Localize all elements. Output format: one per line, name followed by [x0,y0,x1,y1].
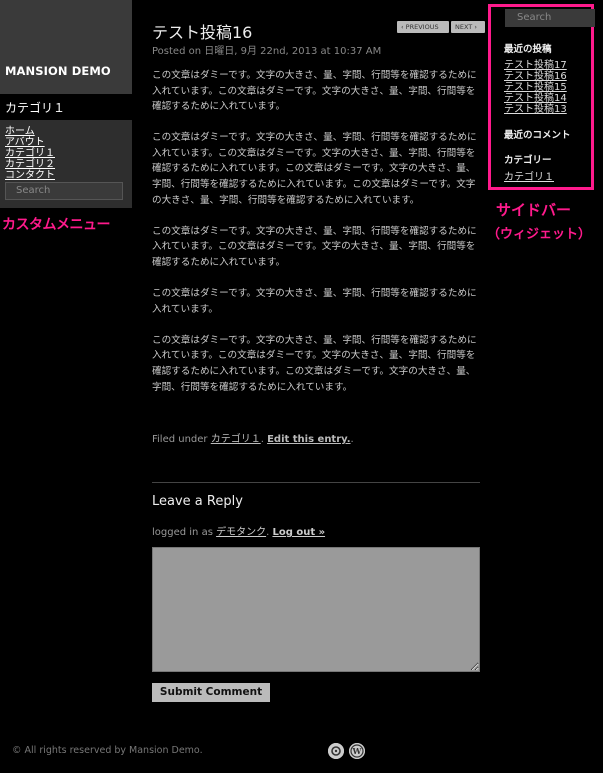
left-column: MANSION DEMO カテゴリ１ ホーム アバウト カテゴリ１ カテゴリ２ … [0,0,132,773]
widget-annotation: （ウィジェット） [487,227,592,242]
filed-under-label: Filed under [152,434,211,445]
recent-post-link[interactable]: テスト投稿17 [504,60,567,71]
site-title[interactable]: MANSION DEMO [5,64,111,78]
post-title: テスト投稿16 [152,23,253,42]
post-footer: Filed under カテゴリ１. Edit this entry.. [152,430,354,445]
comment-textarea[interactable] [152,547,480,672]
category-link[interactable]: カテゴリ１ [211,434,261,445]
post-paragraph: この文章はダミーです。文字の大きさ、量、字間、行間等を確認するために入れています… [152,334,477,393]
menu-item-about[interactable]: アバウト [5,137,55,148]
logged-in-label: logged in as [152,527,217,538]
recent-post-link[interactable]: テスト投稿15 [504,82,567,93]
menu-list: ホーム アバウト カテゴリ１ カテゴリ２ コンタクト [5,126,55,181]
site-header: MANSION DEMO [0,0,132,94]
edit-entry-link[interactable]: Edit this entry. [267,434,350,445]
post-paragraph: この文章はダミーです。文字の大きさ、量、字間、行間等を確認するために入れています… [152,70,477,113]
menu-item-category1[interactable]: カテゴリ１ [5,148,55,159]
recent-post-link[interactable]: テスト投稿14 [504,93,567,104]
logout-link[interactable]: Log out » [272,527,325,538]
post-navigation: ‹ PREVIOUS NEXT › [397,21,485,33]
reply-title: Leave a Reply [152,494,243,509]
categories-heading: カテゴリー [504,155,552,166]
svg-text:W: W [352,746,363,756]
menu-item-home[interactable]: ホーム [5,126,55,137]
footer-end: . [350,434,354,445]
feed-icon[interactable] [328,743,344,759]
footer-icons: W [328,743,365,759]
post-body: この文章はダミーです。文字の大きさ、量、字間、行間等を確認するために入れています… [152,68,477,411]
menu-item-category2[interactable]: カテゴリ２ [5,159,55,170]
menu-search-input[interactable]: Search [5,182,123,200]
next-post-button[interactable]: NEXT › [451,21,485,33]
sidebar-widgets: Search 最近の投稿 テスト投稿17 テスト投稿16 テスト投稿15 テスト… [488,4,595,190]
post-paragraph: この文章はダミーです。文字の大きさ、量、字間、行間等を確認するために入れています… [152,225,477,268]
submit-comment-button[interactable]: Submit Comment [152,683,270,702]
recent-posts-list: テスト投稿17 テスト投稿16 テスト投稿15 テスト投稿14 テスト投稿13 [504,60,567,115]
recent-comments-heading: 最近のコメント [504,130,571,141]
category-heading: カテゴリ１ [5,101,66,115]
custom-menu-annotation: カスタムメニュー [2,217,111,233]
divider [152,482,480,483]
post-meta: Posted on 日曜日, 9月 22nd, 2013 at 10:37 AM [152,46,382,57]
post-paragraph: この文章はダミーです。文字の大きさ、量、字間、行間等を確認するために入れています… [152,132,477,206]
copyright: © All rights reserved by Mansion Demo. [12,745,203,756]
recent-posts-heading: 最近の投稿 [504,44,552,55]
post-paragraph: この文章はダミーです。文字の大きさ、量、字間、行間等を確認するために入れています… [152,288,477,315]
sidebar-annotation: サイドバー [496,201,572,219]
user-link[interactable]: デモタンク [216,527,266,538]
wordpress-icon[interactable]: W [349,743,365,759]
sidebar-search-input[interactable]: Search [505,9,595,27]
menu-item-contact[interactable]: コンタクト [5,170,55,181]
logged-in-info: logged in as デモタンク. Log out » [152,523,325,538]
custom-menu: ホーム アバウト カテゴリ１ カテゴリ２ コンタクト Search [0,120,132,208]
recent-post-link[interactable]: テスト投稿16 [504,71,567,82]
previous-post-button[interactable]: ‹ PREVIOUS [397,21,449,33]
recent-post-link[interactable]: テスト投稿13 [504,104,567,115]
sidebar-category-link[interactable]: カテゴリ１ [504,168,554,183]
